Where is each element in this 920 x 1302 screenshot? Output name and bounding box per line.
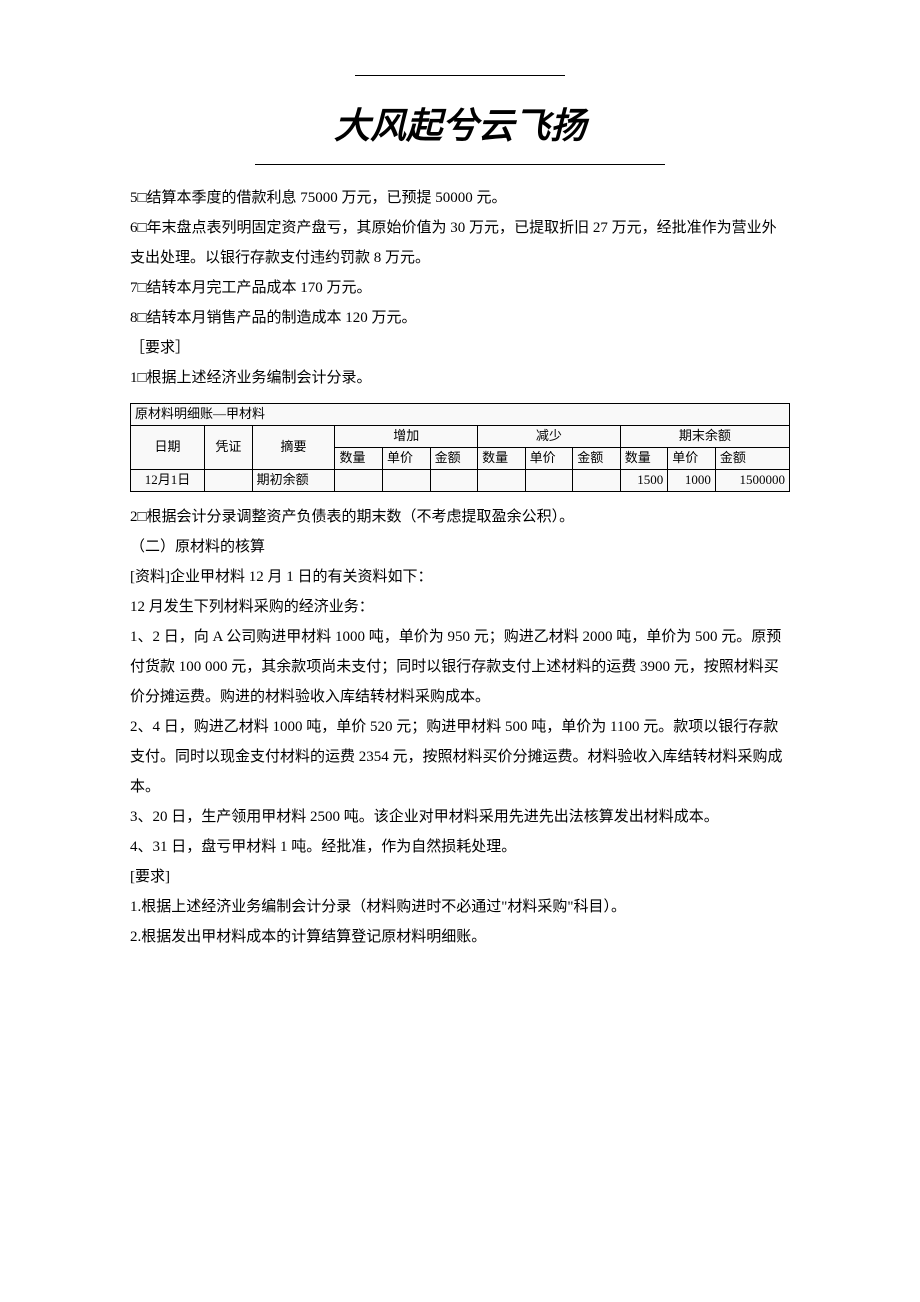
- col-summary: 摘要: [252, 425, 335, 469]
- cell-date: 12月1日: [131, 469, 205, 491]
- col-dec-price: 单价: [525, 447, 573, 469]
- col-bal-qty: 数量: [620, 447, 668, 469]
- table-title-row: 原材料明细账—甲材料: [131, 404, 790, 426]
- col-inc-price: 单价: [383, 447, 431, 469]
- paragraph: 1.根据上述经济业务编制会计分录（材料购进时不必通过"材料采购"科目）。: [130, 892, 790, 922]
- content-bottom: 2□根据会计分录调整资产负债表的期末数（不考虑提取盈余公积）。 （二）原材料的核…: [130, 502, 790, 952]
- ledger-table: 原材料明细账—甲材料 日期 凭证 摘要 增加 减少 期末余额 数量 单价 金额 …: [130, 403, 790, 492]
- cell-inc-amount: [430, 469, 478, 491]
- paragraph: 6□年末盘点表列明固定资产盘亏，其原始价值为 30 万元，已提取折旧 27 万元…: [130, 213, 790, 273]
- col-balance: 期末余额: [620, 425, 789, 447]
- col-dec-amount: 金额: [573, 447, 621, 469]
- col-inc-qty: 数量: [335, 447, 383, 469]
- cell-bal-qty: 1500: [620, 469, 668, 491]
- content-top: 5□结算本季度的借款利息 75000 万元，已预提 50000 元。 6□年末盘…: [130, 183, 790, 393]
- paragraph: 1、2 日，向 A 公司购进甲材料 1000 吨，单价为 950 元；购进乙材料…: [130, 622, 790, 712]
- paragraph: 4、31 日，盘亏甲材料 1 吨。经批准，作为自然损耗处理。: [130, 832, 790, 862]
- paragraph: 8□结转本月销售产品的制造成本 120 万元。: [130, 303, 790, 333]
- page-header: 大风起兮云飞扬: [130, 60, 790, 165]
- paragraph: 12 月发生下列材料采购的经济业务：: [130, 592, 790, 622]
- cell-dec-amount: [573, 469, 621, 491]
- cell-dec-qty: [478, 469, 526, 491]
- paragraph: ［要求］: [130, 333, 790, 363]
- table-header-row-1: 日期 凭证 摘要 增加 减少 期末余额: [131, 425, 790, 447]
- col-date: 日期: [131, 425, 205, 469]
- header-title: 大风起兮云飞扬: [255, 90, 665, 165]
- paragraph: 7□结转本月完工产品成本 170 万元。: [130, 273, 790, 303]
- cell-inc-price: [383, 469, 431, 491]
- paragraph: [资料]企业甲材料 12 月 1 日的有关资料如下：: [130, 562, 790, 592]
- header-rule-top: [355, 75, 565, 76]
- cell-inc-qty: [335, 469, 383, 491]
- col-bal-amount: 金额: [715, 447, 789, 469]
- paragraph: 1□根据上述经济业务编制会计分录。: [130, 363, 790, 393]
- cell-bal-amount: 1500000: [715, 469, 789, 491]
- paragraph: 2□根据会计分录调整资产负债表的期末数（不考虑提取盈余公积）。: [130, 502, 790, 532]
- col-inc-amount: 金额: [430, 447, 478, 469]
- paragraph: 5□结算本季度的借款利息 75000 万元，已预提 50000 元。: [130, 183, 790, 213]
- col-bal-price: 单价: [668, 447, 716, 469]
- cell-voucher: [205, 469, 253, 491]
- table-title: 原材料明细账—甲材料: [131, 404, 790, 426]
- paragraph: 2、4 日，购进乙材料 1000 吨，单价 520 元；购进甲材料 500 吨，…: [130, 712, 790, 802]
- col-dec-qty: 数量: [478, 447, 526, 469]
- cell-dec-price: [525, 469, 573, 491]
- paragraph: 2.根据发出甲材料成本的计算结算登记原材料明细账。: [130, 922, 790, 952]
- table-row: 12月1日 期初余额 1500 1000 1500000: [131, 469, 790, 491]
- cell-summary: 期初余额: [252, 469, 335, 491]
- cell-bal-price: 1000: [668, 469, 716, 491]
- paragraph: 3、20 日，生产领用甲材料 2500 吨。该企业对甲材料采用先进先出法核算发出…: [130, 802, 790, 832]
- col-increase: 增加: [335, 425, 478, 447]
- col-voucher: 凭证: [205, 425, 253, 469]
- paragraph: （二）原材料的核算: [130, 532, 790, 562]
- paragraph: [要求]: [130, 862, 790, 892]
- col-decrease: 减少: [478, 425, 621, 447]
